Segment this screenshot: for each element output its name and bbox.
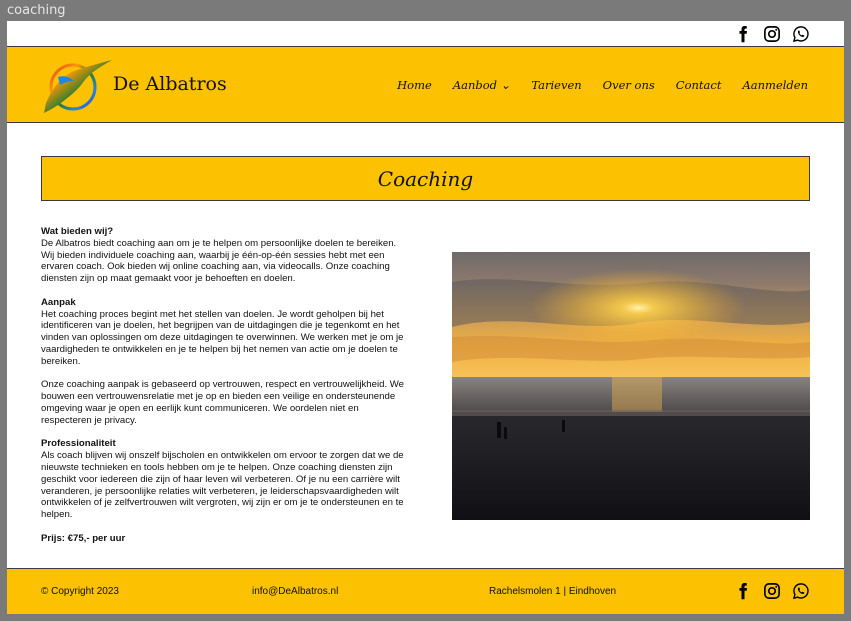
whatsapp-icon[interactable] (792, 582, 810, 600)
section-body-trust: Onze coaching aanpak is gebaseerd op ver… (41, 379, 404, 426)
top-social-bar (734, 24, 810, 44)
site-brand[interactable]: De Albatros (113, 73, 227, 95)
nav-over-ons[interactable]: Over ons (603, 78, 655, 92)
nav-tarieven[interactable]: Tarieven (531, 78, 581, 92)
footer-copyright: © Copyright 2023 (41, 586, 119, 597)
section-heading-approach: Aanpak (41, 296, 76, 308)
nav-home[interactable]: Home (397, 78, 432, 92)
main-menu: Home Aanbod ⌄ Tarieven Over ons Contact … (397, 78, 808, 92)
sunset-beach-photo (452, 252, 810, 520)
footer-email-link[interactable]: info@DeAlbatros.nl (252, 586, 338, 597)
section-body-professionalism: Als coach blijven wij onszelf bijscholen… (41, 450, 404, 521)
footer-address: Rachelsmolen 1 | Eindhoven (489, 586, 617, 597)
main-content: Wat bieden wij? De Albatros biedt coachi… (41, 226, 405, 545)
instagram-icon[interactable] (763, 25, 781, 43)
window-title: coaching (7, 3, 66, 18)
nav-aanmelden[interactable]: Aanmelden (742, 78, 808, 92)
facebook-icon[interactable] (734, 582, 752, 600)
price-label: Prijs: €75,- per uur (41, 532, 126, 544)
footer-social-bar (734, 582, 810, 600)
section-heading-what: Wat bieden wij? (41, 226, 114, 237)
section-heading-professionalism: Professionaliteit (41, 438, 116, 450)
whatsapp-icon[interactable] (792, 25, 810, 43)
instagram-icon[interactable] (763, 582, 781, 600)
facebook-icon[interactable] (734, 25, 752, 43)
web-page: De Albatros Home Aanbod ⌄ Tarieven Over … (7, 21, 844, 614)
nav-contact[interactable]: Contact (676, 78, 722, 92)
page-title-banner: Coaching (41, 156, 810, 201)
site-header: De Albatros Home Aanbod ⌄ Tarieven Over … (7, 46, 844, 123)
albatros-logo[interactable] (40, 55, 114, 115)
site-footer: © Copyright 2023 info@DeAlbatros.nl Rach… (7, 568, 844, 614)
section-body-approach: Het coaching proces begint met het stell… (41, 308, 404, 367)
nav-aanbod-dropdown[interactable]: Aanbod ⌄ (453, 78, 511, 92)
section-body-what: De Albatros biedt coaching aan om je te … (41, 237, 397, 285)
page-title: Coaching (377, 166, 474, 191)
